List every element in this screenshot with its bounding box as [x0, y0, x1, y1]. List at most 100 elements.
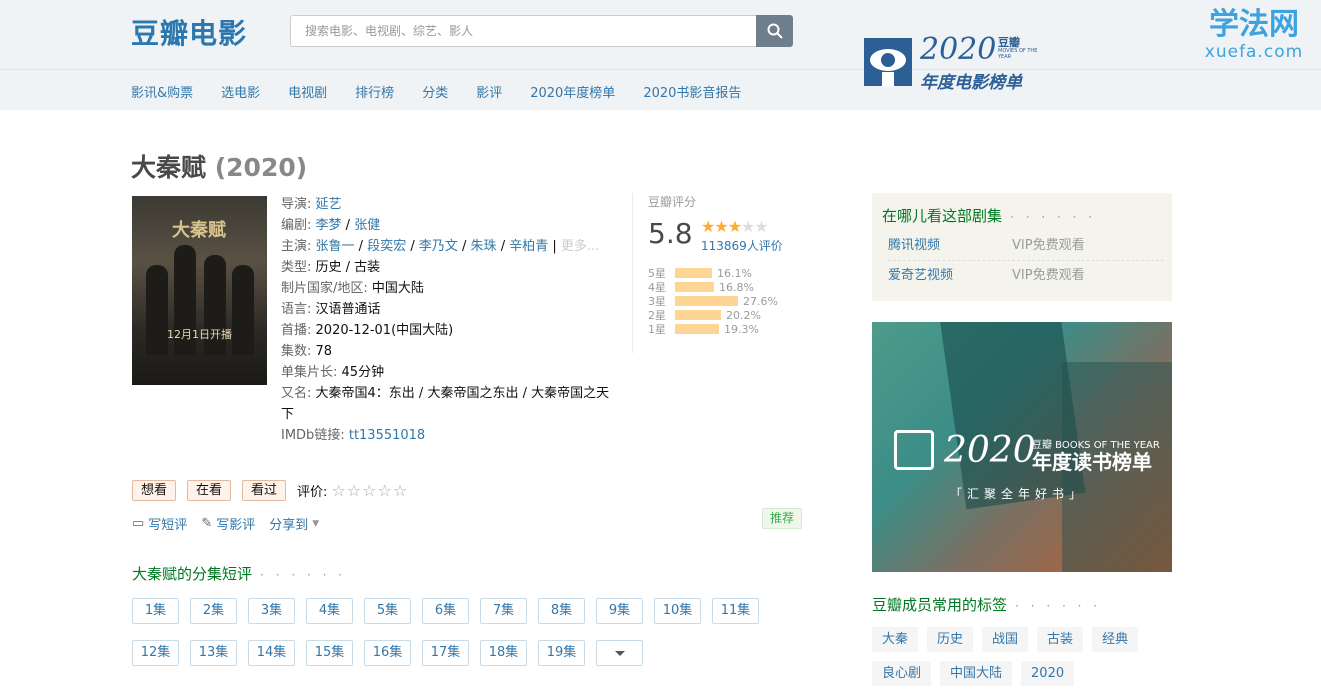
- short-review-link[interactable]: 写短评: [148, 514, 187, 533]
- genre-value: 历史 / 古装: [315, 260, 381, 275]
- episode-button[interactable]: 10集: [654, 598, 701, 624]
- episode-button[interactable]: 11集: [712, 598, 759, 624]
- watch-source-row[interactable]: 腾讯视频 VIP免费观看: [888, 231, 1164, 261]
- episode-button[interactable]: 4集: [306, 598, 353, 624]
- nav-item-tickets[interactable]: 影讯&购票: [131, 82, 193, 102]
- bar-percent: 27.6%: [743, 294, 778, 308]
- nav-item-tv[interactable]: 电视剧: [288, 82, 327, 102]
- episode-button[interactable]: 7集: [480, 598, 527, 624]
- episode-button[interactable]: 6集: [422, 598, 469, 624]
- rating-stars: ★★★★★: [701, 217, 769, 236]
- rate-stars[interactable]: ☆☆☆☆☆: [331, 481, 408, 500]
- info-director: 导演: 延艺: [281, 194, 611, 215]
- episode-button[interactable]: 15集: [306, 640, 353, 666]
- rating-label: 豆瓣评分: [648, 195, 697, 209]
- watched-button[interactable]: 看过: [242, 480, 287, 501]
- nav-item-report[interactable]: 2020书影音报告: [643, 82, 741, 102]
- cast-link[interactable]: 朱珠: [471, 239, 497, 254]
- rating-bar-row: 2星 20.2%: [648, 308, 778, 323]
- star-icon: ★: [727, 217, 742, 236]
- info-runtime: 单集片长: 45分钟: [281, 362, 611, 383]
- episode-button[interactable]: 18集: [480, 640, 527, 666]
- episode-expand-button[interactable]: [596, 640, 643, 666]
- comment-icon: ▭: [132, 516, 145, 531]
- episode-button[interactable]: 5集: [364, 598, 411, 624]
- info-label: 类型:: [281, 260, 312, 275]
- episode-grid: 1集 2集 3集 4集 5集 6集 7集 8集 9集 10集 11集 12集 1…: [132, 598, 772, 682]
- director-link[interactable]: 延艺: [316, 197, 342, 212]
- long-review-link[interactable]: 写影评: [216, 514, 255, 533]
- watch-source-name[interactable]: 爱奇艺视频: [888, 261, 953, 291]
- episode-button[interactable]: 9集: [596, 598, 643, 624]
- aka-value: 大秦帝国4：东出 / 大秦帝国之东出 / 大秦帝国之天下: [281, 386, 610, 422]
- watch-source-fee: VIP免费观看: [1012, 268, 1085, 283]
- nav-item-tag[interactable]: 分类: [422, 82, 448, 102]
- cast-link[interactable]: 段奕宏: [367, 239, 406, 254]
- nav-item-annual[interactable]: 2020年度榜单: [530, 82, 615, 102]
- episode-button[interactable]: 14集: [248, 640, 295, 666]
- watch-source-name[interactable]: 腾讯视频: [888, 231, 940, 261]
- episode-button[interactable]: 8集: [538, 598, 585, 624]
- cast-link[interactable]: 辛柏青: [509, 239, 548, 254]
- promo-sub: MOVIES OF THE YEAR: [998, 48, 1038, 60]
- search-input[interactable]: 搜索电影、电视剧、综艺、影人: [290, 15, 756, 47]
- movie-title: 大秦赋: [131, 153, 207, 182]
- episode-button[interactable]: 16集: [364, 640, 411, 666]
- nav-item-review[interactable]: 影评: [476, 82, 502, 102]
- watch-source-row[interactable]: 爱奇艺视频 VIP免费观看: [888, 261, 1164, 291]
- episode-button[interactable]: 12集: [132, 640, 179, 666]
- tag-list: 大秦 历史 战国 古装 经典 良心剧 中国大陆 2020: [872, 627, 1172, 695]
- poster-text: 12月1日开播: [167, 328, 232, 341]
- movie-year: (2020): [214, 153, 308, 182]
- douban-eye-icon: [864, 38, 912, 86]
- share-link[interactable]: 分享到: [269, 514, 308, 533]
- annual-movie-promo[interactable]: 2020 豆瓣 MOVIES OF THE YEAR 年度电影榜单: [860, 32, 1038, 93]
- info-cast: 主演: 张鲁一 / 段奕宏 / 李乃文 / 朱珠 / 辛柏青 | 更多...: [281, 239, 600, 254]
- info-country: 制片国家/地区: 中国大陆: [281, 278, 611, 299]
- annual-books-ad[interactable]: 2020 豆瓣 BOOKS OF THE YEAR 年度读书榜单 「汇聚全年好书…: [872, 322, 1172, 572]
- want-button[interactable]: 想看: [132, 480, 177, 501]
- search-button[interactable]: [756, 15, 793, 47]
- nav-item-chart[interactable]: 排行榜: [355, 82, 394, 102]
- episode-button[interactable]: 1集: [132, 598, 179, 624]
- episode-button[interactable]: 17集: [422, 640, 469, 666]
- watch-heading: 在哪儿看这部剧集: [882, 207, 1003, 225]
- info-label: 导演:: [281, 197, 312, 212]
- bar-percent: 16.1%: [717, 266, 752, 280]
- writer-link[interactable]: 李梦: [316, 218, 342, 233]
- tag-item[interactable]: 经典: [1092, 627, 1139, 652]
- info-language: 语言: 汉语普通话: [281, 299, 611, 320]
- recommend-button[interactable]: 推荐: [762, 508, 803, 529]
- site-logo[interactable]: 豆瓣电影: [131, 12, 247, 52]
- writer-link[interactable]: 张健: [354, 218, 380, 233]
- user-actions: 想看 在看 看过 评价: ☆☆☆☆☆: [132, 480, 408, 501]
- cast-link[interactable]: 李乃文: [419, 239, 458, 254]
- watermark: 学法网 xuefa.com: [1194, 8, 1314, 63]
- tag-item[interactable]: 历史: [927, 627, 974, 652]
- bar-fill: [675, 282, 714, 292]
- cast-link[interactable]: 张鲁一: [316, 239, 355, 254]
- runtime-value: 45分钟: [341, 365, 385, 380]
- watching-button[interactable]: 在看: [187, 480, 232, 501]
- info-label: 制片国家/地区:: [281, 281, 368, 296]
- info-writer: 编剧: 李梦 / 张健: [281, 218, 381, 233]
- tag-item[interactable]: 古装: [1037, 627, 1084, 652]
- episode-button[interactable]: 13集: [190, 640, 237, 666]
- ad-title: 年度读书榜单: [1032, 450, 1152, 474]
- tag-item[interactable]: 战国: [982, 627, 1029, 652]
- cast-more-link[interactable]: 更多...: [561, 239, 599, 254]
- episode-button[interactable]: 19集: [538, 640, 585, 666]
- nav-item-explore[interactable]: 选电影: [221, 82, 260, 102]
- watermark-en: xuefa.com: [1204, 42, 1304, 62]
- poster[interactable]: 大秦赋 12月1日开播: [132, 196, 267, 385]
- imdb-link[interactable]: tt13551018: [349, 428, 425, 443]
- tag-item[interactable]: 大秦: [872, 627, 919, 652]
- episode-button[interactable]: 3集: [248, 598, 295, 624]
- pencil-icon: ✎: [201, 516, 213, 531]
- ad-year: 2020: [944, 430, 1036, 471]
- rating-bars: 5星 16.1% 4星 16.8% 3星 27.6% 2星 20.2% 1星 1…: [648, 266, 778, 337]
- rating-votes[interactable]: 113869人评价: [701, 237, 783, 254]
- episode-button[interactable]: 2集: [190, 598, 237, 624]
- rating-panel: 豆瓣评分 5.8 ★★★★★ 113869人评价 5星 16.1% 4星 16.…: [632, 193, 822, 353]
- bar-fill: [675, 268, 712, 278]
